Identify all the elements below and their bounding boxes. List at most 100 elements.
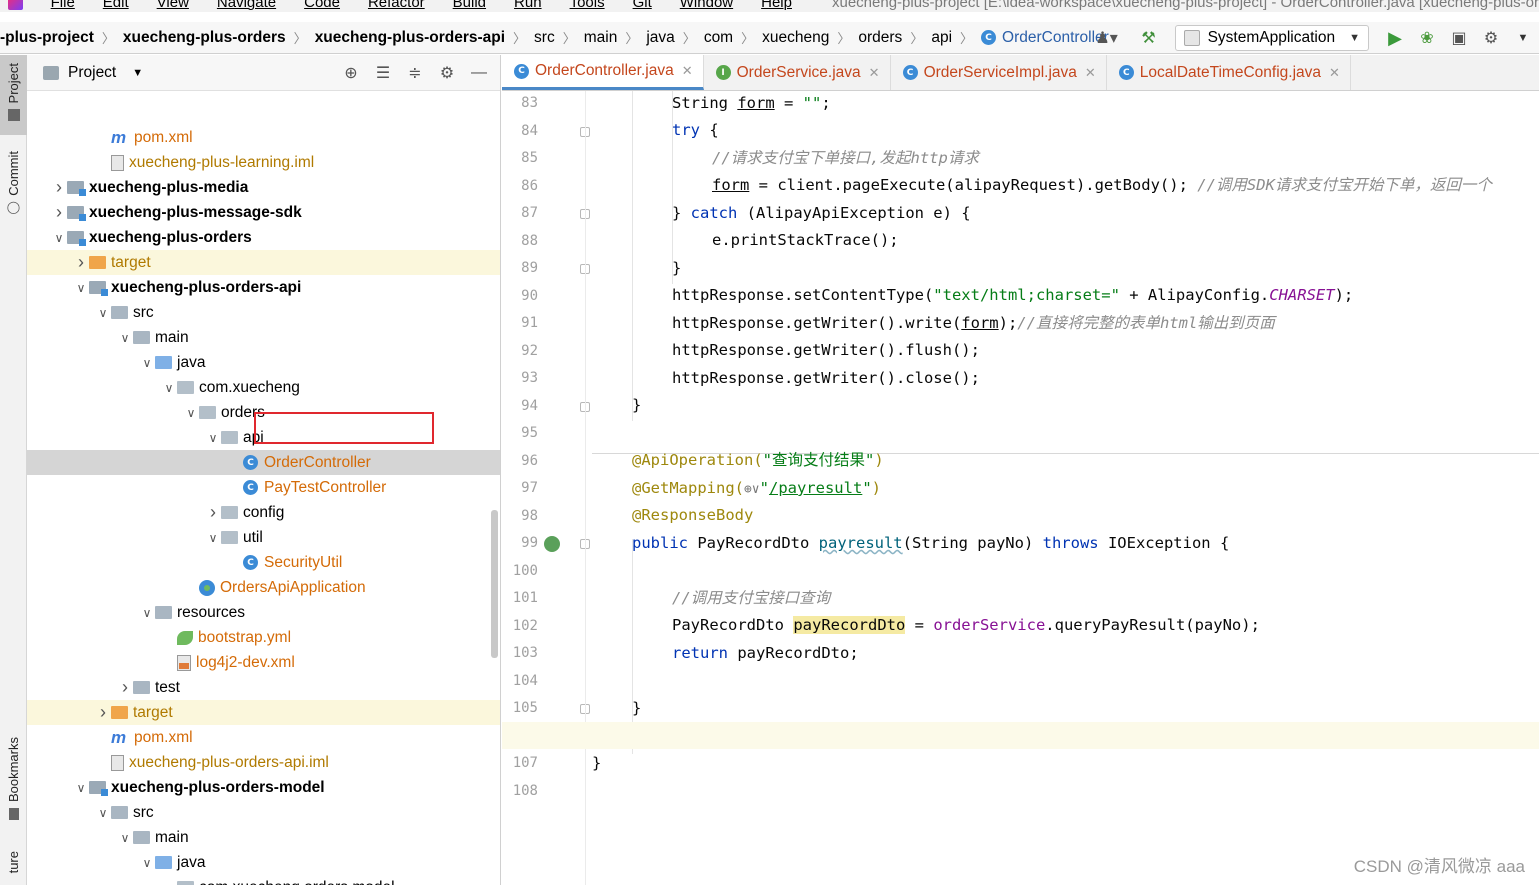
chevron-down-icon[interactable]: ∨ bbox=[205, 431, 221, 445]
tree-item-test[interactable]: › test bbox=[27, 675, 500, 700]
tab-local-date-time-config[interactable]: C LocalDateTimeConfig.java ✕ bbox=[1107, 55, 1351, 90]
chevron-down-icon[interactable]: ∨ bbox=[161, 881, 177, 885]
chevron-right-icon[interactable]: › bbox=[117, 677, 133, 698]
tree-item-src[interactable]: ∨ src bbox=[27, 800, 500, 825]
menu-file[interactable]: File bbox=[51, 0, 75, 11]
chevron-down-icon[interactable]: ∨ bbox=[95, 806, 111, 820]
breadcrumb-main[interactable]: main bbox=[584, 29, 618, 47]
tree-item-bootstrap-yml[interactable]: bootstrap.yml bbox=[27, 625, 500, 650]
more-run-options-icon[interactable]: ▼ bbox=[1511, 26, 1535, 50]
tab-order-controller[interactable]: C OrderController.java ✕ bbox=[502, 55, 704, 90]
tree-item-src[interactable]: ∨ src bbox=[27, 300, 500, 325]
close-icon[interactable]: ✕ bbox=[1329, 65, 1340, 81]
chevron-down-icon[interactable]: ∨ bbox=[139, 606, 155, 620]
chevron-right-icon[interactable]: › bbox=[95, 702, 111, 723]
tree-item-securityutil[interactable]: C SecurityUtil bbox=[27, 550, 500, 575]
tree-item-target[interactable]: › target bbox=[27, 700, 500, 725]
breadcrumb-com[interactable]: com bbox=[704, 29, 733, 47]
run-configuration-select[interactable]: SystemApplication ▼ bbox=[1174, 25, 1369, 51]
chevron-down-icon[interactable]: ∨ bbox=[139, 356, 155, 370]
breadcrumb-xuecheng[interactable]: xuecheng bbox=[762, 29, 829, 47]
profiler-icon[interactable]: ⚙ bbox=[1479, 26, 1503, 50]
tree-item-java[interactable]: ∨ java bbox=[27, 850, 500, 875]
tree-scrollbar[interactable] bbox=[491, 510, 498, 658]
tree-item-main[interactable]: ∨ main bbox=[27, 325, 500, 350]
globe-icon[interactable]: ⊕∨ bbox=[744, 482, 760, 497]
menu-edit[interactable]: Edit bbox=[103, 0, 129, 11]
expand-all-icon[interactable]: ☰ bbox=[370, 63, 396, 83]
tree-item-xuecheng-plus-orders-model[interactable]: ∨ xuecheng-plus-orders-model bbox=[27, 775, 500, 800]
debug-bug-icon[interactable]: ❀ bbox=[1415, 26, 1439, 50]
breadcrumb-orders-api-module[interactable]: xuecheng-plus-orders-api bbox=[315, 29, 505, 47]
menu-run[interactable]: Run bbox=[514, 0, 542, 11]
run-icon[interactable]: ▶ bbox=[1383, 26, 1407, 50]
project-panel-title[interactable]: Project bbox=[68, 64, 116, 82]
chevron-down-icon[interactable]: ∨ bbox=[183, 406, 199, 420]
menu-refactor[interactable]: Refactor bbox=[368, 0, 425, 11]
gear-icon[interactable]: ⚙ bbox=[434, 63, 460, 83]
tree-item-com-xuecheng-orders-model[interactable]: ∨ com.xuecheng.orders.model bbox=[27, 875, 500, 885]
breadcrumb-orders-module[interactable]: xuecheng-plus-orders bbox=[123, 29, 286, 47]
chevron-down-icon[interactable]: ∨ bbox=[117, 831, 133, 845]
chevron-down-icon[interactable]: ∨ bbox=[205, 531, 221, 545]
tree-item-api[interactable]: ∨ api bbox=[27, 425, 500, 450]
tree-item-ordersapiapplication[interactable]: OrdersApiApplication bbox=[27, 575, 500, 600]
tree-item-resources[interactable]: ∨ resources bbox=[27, 600, 500, 625]
chevron-right-icon[interactable]: › bbox=[73, 252, 89, 273]
tree-item-ordercontroller[interactable]: C OrderController bbox=[27, 450, 500, 475]
tree-item-orders[interactable]: ∨ orders bbox=[27, 400, 500, 425]
breadcrumb-orders[interactable]: orders bbox=[858, 29, 902, 47]
tree-item-com-xuecheng[interactable]: ∨ com.xuecheng bbox=[27, 375, 500, 400]
chevron-right-icon[interactable]: › bbox=[51, 177, 67, 198]
tree-item-pom-xml[interactable]: m pom.xml bbox=[27, 125, 500, 150]
tab-project-tool-window[interactable]: Project bbox=[0, 55, 27, 135]
tree-item-paytestcontroller[interactable]: C PayTestController bbox=[27, 475, 500, 500]
chevron-right-icon[interactable]: › bbox=[51, 202, 67, 223]
tree-item-log4j2-dev-xml[interactable]: log4j2-dev.xml bbox=[27, 650, 500, 675]
menu-view[interactable]: View bbox=[157, 0, 189, 11]
chevron-down-icon[interactable]: ∨ bbox=[51, 231, 67, 245]
endpoint-run-icon[interactable] bbox=[544, 536, 560, 552]
tree-item-xuecheng-plus-orders[interactable]: ∨ xuecheng-plus-orders bbox=[27, 225, 500, 250]
chevron-down-icon[interactable]: ∨ bbox=[73, 281, 89, 295]
tree-item-xuecheng-plus-media[interactable]: › xuecheng-plus-media bbox=[27, 175, 500, 200]
tree-item-util[interactable]: ∨ util bbox=[27, 525, 500, 550]
close-icon[interactable]: ✕ bbox=[869, 65, 880, 81]
collapse-all-icon[interactable]: ≑ bbox=[402, 63, 428, 83]
breadcrumb-src[interactable]: src bbox=[534, 29, 555, 47]
chevron-down-icon[interactable]: ∨ bbox=[117, 331, 133, 345]
hide-panel-icon[interactable]: — bbox=[466, 64, 492, 82]
tab-commit-tool-window[interactable]: Commit ◯ bbox=[0, 151, 27, 231]
menu-help[interactable]: Help bbox=[761, 0, 792, 11]
tree-item-config[interactable]: › config bbox=[27, 500, 500, 525]
menu-tools[interactable]: Tools bbox=[570, 0, 605, 11]
tab-order-service-impl[interactable]: C OrderServiceImpl.java ✕ bbox=[891, 55, 1107, 90]
tree-item-xuecheng-plus-learning-iml[interactable]: xuecheng-plus-learning.iml bbox=[27, 150, 500, 175]
breadcrumb-api[interactable]: api bbox=[931, 29, 952, 47]
close-icon[interactable]: ✕ bbox=[682, 63, 693, 79]
menu-code[interactable]: Code bbox=[304, 0, 340, 11]
user-icon[interactable]: ♟▾ bbox=[1095, 26, 1119, 50]
tab-structure-tool-window[interactable]: ture bbox=[0, 851, 27, 885]
chevron-right-icon[interactable]: › bbox=[205, 502, 221, 523]
locate-target-icon[interactable]: ⊕ bbox=[338, 63, 364, 83]
coverage-icon[interactable]: ▣ bbox=[1447, 26, 1471, 50]
close-icon[interactable]: ✕ bbox=[1085, 65, 1096, 81]
menu-git[interactable]: Git bbox=[633, 0, 652, 11]
tree-item-xuecheng-plus-message-sdk[interactable]: › xuecheng-plus-message-sdk bbox=[27, 200, 500, 225]
tree-item-xuecheng-plus-orders-api-iml[interactable]: xuecheng-plus-orders-api.iml bbox=[27, 750, 500, 775]
menu-window[interactable]: Window bbox=[680, 0, 733, 11]
tree-item-main[interactable]: ∨ main bbox=[27, 825, 500, 850]
tree-item-target[interactable]: › target bbox=[27, 250, 500, 275]
chevron-down-icon[interactable]: ∨ bbox=[73, 781, 89, 795]
chevron-down-icon[interactable]: ∨ bbox=[161, 381, 177, 395]
tree-item-xuecheng-plus-orders-api[interactable]: ∨ xuecheng-plus-orders-api bbox=[27, 275, 500, 300]
chevron-down-icon[interactable]: ∨ bbox=[139, 856, 155, 870]
chevron-down-icon[interactable]: ▼ bbox=[132, 67, 143, 79]
chevron-down-icon[interactable]: ∨ bbox=[95, 306, 111, 320]
tab-bookmarks-tool-window[interactable]: Bookmarks bbox=[0, 737, 27, 833]
tree-item-java[interactable]: ∨ java bbox=[27, 350, 500, 375]
tab-order-service[interactable]: I OrderService.java ✕ bbox=[704, 55, 891, 90]
code-area[interactable]: String form = ""; try { //请求支付宝下单接口,发起ht… bbox=[502, 91, 1539, 885]
tree-item-pom-xml[interactable]: m pom.xml bbox=[27, 725, 500, 750]
